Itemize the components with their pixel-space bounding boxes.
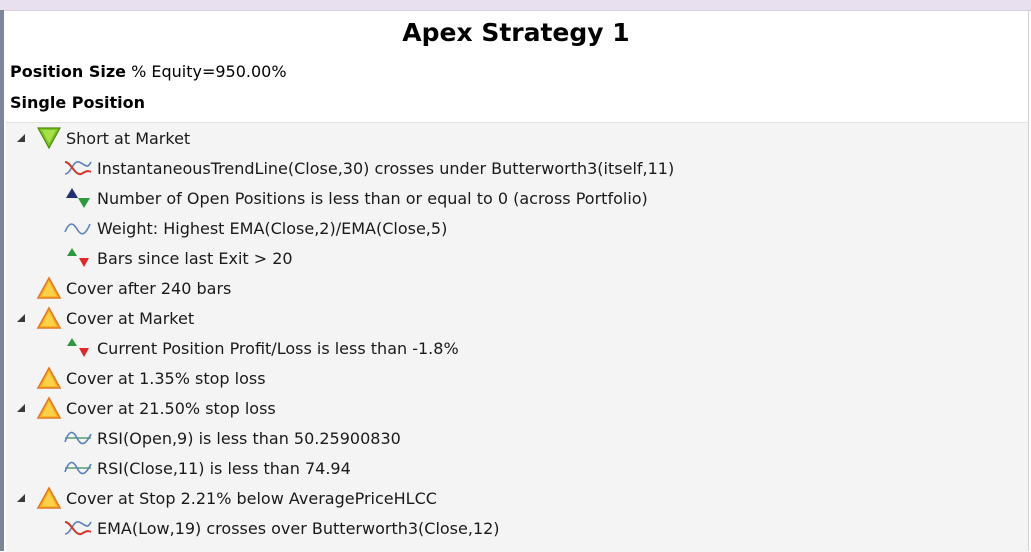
position-mode: Single Position xyxy=(10,93,145,112)
up-down-arrows-icon xyxy=(63,246,93,270)
weight-wave-icon xyxy=(63,216,93,240)
right-border xyxy=(1028,10,1029,551)
rule-node[interactable]: Cover at Market xyxy=(6,303,1028,333)
node-label: Cover at 21.50% stop loss xyxy=(66,398,276,418)
open-positions-icon xyxy=(63,186,93,210)
position-size-value: % Equity=950.00% xyxy=(131,62,287,81)
condition-node[interactable]: Current Position Profit/Loss is less tha… xyxy=(6,333,1028,363)
left-border xyxy=(0,10,4,551)
condition-node[interactable]: RSI(Close,11) is less than 74.94 xyxy=(6,453,1028,483)
node-label: RSI(Close,11) is less than 74.94 xyxy=(97,458,351,478)
rule-node[interactable]: Cover at 1.35% stop loss xyxy=(6,363,1028,393)
rule-node[interactable]: Cover at 21.50% stop loss xyxy=(6,393,1028,423)
condition-node[interactable]: EMA(Low,19) crosses over Butterworth3(Cl… xyxy=(6,513,1028,543)
node-label: Current Position Profit/Loss is less tha… xyxy=(97,338,459,358)
strategy-rules-tree[interactable]: Short at Market InstantaneousTrendLine(Cl… xyxy=(6,122,1028,552)
condition-node[interactable]: InstantaneousTrendLine(Close,30) crosses… xyxy=(6,153,1028,183)
node-label: Bars since last Exit > 20 xyxy=(97,248,293,268)
condition-node[interactable]: Weight: Highest EMA(Close,2)/EMA(Close,5… xyxy=(6,213,1028,243)
condition-node[interactable]: Number of Open Positions is less than or… xyxy=(6,183,1028,213)
indicator-cross-icon xyxy=(63,516,93,540)
orange-up-triangle-icon xyxy=(36,306,62,330)
position-size-line: Position Size % Equity=950.00% xyxy=(10,62,287,81)
node-label: Cover at Market xyxy=(66,308,195,328)
strategy-title: Apex Strategy 1 xyxy=(402,18,630,47)
node-label: Number of Open Positions is less than or… xyxy=(97,188,648,208)
condition-node[interactable]: Bars since last Exit > 20 xyxy=(6,243,1028,273)
node-label: EMA(Low,19) crosses over Butterworth3(Cl… xyxy=(97,518,500,538)
tree-expander-icon[interactable] xyxy=(16,493,26,503)
up-down-arrows-icon xyxy=(63,336,93,360)
rule-node[interactable]: Cover after 240 bars xyxy=(6,273,1028,303)
node-label: Cover after 240 bars xyxy=(66,278,232,298)
oscillator-icon xyxy=(63,456,93,480)
node-label: RSI(Open,9) is less than 50.25900830 xyxy=(97,428,401,448)
node-label: InstantaneousTrendLine(Close,30) crosses… xyxy=(97,158,675,178)
node-label: Short at Market xyxy=(66,128,191,148)
orange-up-triangle-icon xyxy=(36,366,62,390)
node-label: Weight: Highest EMA(Close,2)/EMA(Close,5… xyxy=(97,218,448,238)
indicator-cross-icon xyxy=(63,156,93,180)
window-top-bar xyxy=(0,0,1031,11)
oscillator-icon xyxy=(63,426,93,450)
condition-node[interactable]: RSI(Open,9) is less than 50.25900830 xyxy=(6,423,1028,453)
tree-expander-icon[interactable] xyxy=(16,403,26,413)
orange-up-triangle-icon xyxy=(36,486,62,510)
orange-up-triangle-icon xyxy=(36,276,62,300)
position-size-label: Position Size xyxy=(10,62,126,81)
node-label: Cover at 1.35% stop loss xyxy=(66,368,266,388)
green-down-triangle-icon xyxy=(36,126,62,150)
node-label: Cover at Stop 2.21% below AveragePriceHL… xyxy=(66,488,437,508)
tree-expander-icon[interactable] xyxy=(16,133,26,143)
orange-up-triangle-icon xyxy=(36,396,62,420)
rule-node[interactable]: Short at Market xyxy=(6,123,1028,153)
tree-expander-icon[interactable] xyxy=(16,313,26,323)
rule-node[interactable]: Cover at Stop 2.21% below AveragePriceHL… xyxy=(6,483,1028,513)
